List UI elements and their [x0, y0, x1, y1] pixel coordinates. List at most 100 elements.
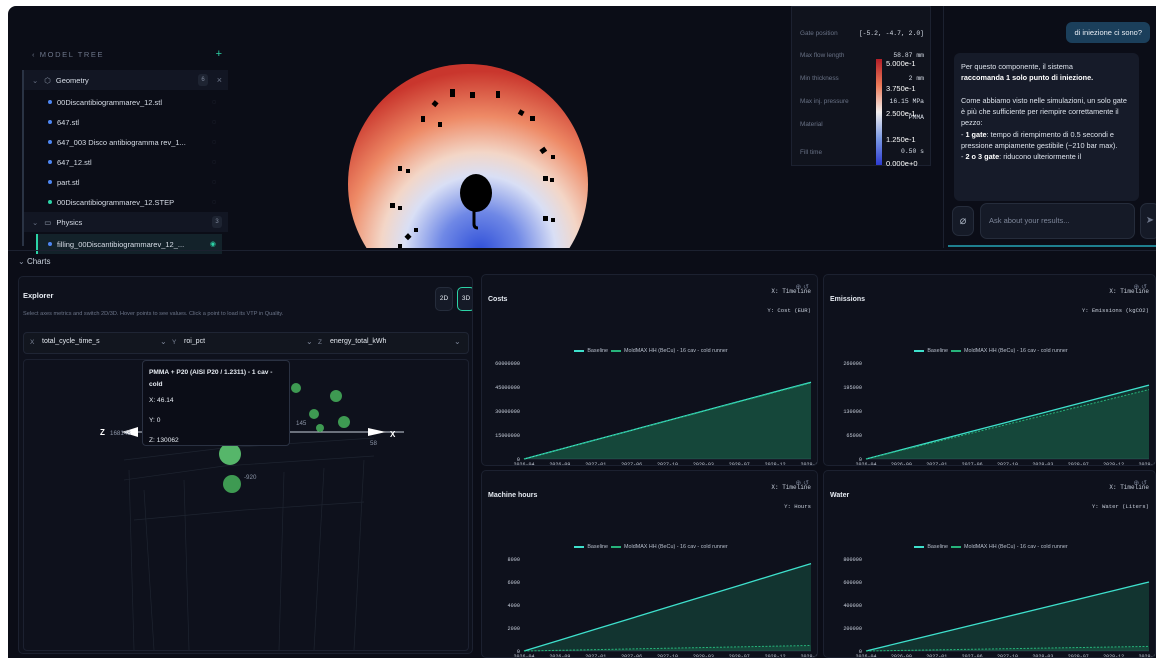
x-tick-label: 2028-12 [1103, 654, 1124, 658]
x-tick-label: 2027-01 [926, 654, 947, 658]
file-label: part.stl [57, 177, 80, 187]
chevron-down-icon[interactable]: ⌄ [306, 337, 313, 346]
model-tree-panel: ‹ MODEL TREE + ⌄ ⬡ Geometry 6 × 00Discan… [8, 40, 236, 254]
y-tick-label: 15000000 [495, 433, 520, 439]
y-tick-label: 800000 [843, 557, 862, 563]
chat-panel: di iniezione ci sono? Per questo compone… [943, 6, 1156, 248]
chart-emissions: ⊕ ↺ X: Timeline Emissions Y: Emissions (… [823, 274, 1156, 466]
tree-item-file[interactable]: 00Discantibiogrammarev_12.STEP ◌ [48, 192, 216, 212]
y-axis-select[interactable]: roi_pct [184, 338, 205, 345]
prop-label: Fill time [800, 149, 823, 156]
point-tooltip: PMMA + P20 (AISI P20 / 1.2311) - 1 cav -… [142, 360, 290, 446]
y-tick-label: 400000 [843, 603, 862, 609]
z-axis-select[interactable]: energy_total_kWh [330, 338, 386, 345]
prop-label: Max flow length [800, 52, 845, 59]
tooltip-title: PMMA + P20 (AISI P20 / 1.2311) - 1 cav -… [149, 369, 273, 388]
eye-off-icon[interactable]: ◌ [212, 199, 216, 206]
chevron-down-icon[interactable]: ⌄ [454, 337, 461, 346]
chart-plot-area[interactable]: 2600001950001300006500002026-04 2026-09 20… [824, 275, 1156, 466]
close-icon[interactable]: × [217, 75, 222, 85]
eye-off-icon[interactable]: ◌ [212, 119, 216, 126]
explorer-panel: Explorer Select axes metrics and switch … [18, 276, 473, 654]
charts-title: Charts [26, 257, 51, 266]
assistant-message: Per questo componente, il sistema raccom… [954, 53, 1139, 201]
x-tick-label: 2026-04 [855, 462, 876, 466]
tree-item-file[interactable]: 00Discantibiogrammarev_12.stl ◌ [48, 92, 216, 112]
scatter-point[interactable] [291, 383, 301, 393]
x-tick-label: 2027-10 [657, 462, 678, 466]
model-tree-title: MODEL TREE [39, 50, 105, 59]
axis-arrow-icon [368, 428, 386, 436]
colorbar-label: 0.000e+0 [886, 159, 918, 168]
x-tick-label: 2026-09 [549, 462, 570, 466]
file-dot-icon [48, 180, 52, 184]
prop-label: Gate position [800, 30, 838, 37]
scatter-point[interactable] [330, 390, 342, 402]
file-label: 00Discantibiogrammarev_12.STEP [57, 197, 175, 207]
tree-group-physics[interactable]: ⌄ ▭ Physics 3 [22, 212, 228, 232]
x-tick-label: 2026-09 [891, 654, 912, 658]
prop-value: [-5.2, -4.7, 2.0] [858, 30, 924, 37]
chart-machine-hours: ⊕ ↺ X: Timeline Machine hours Y: Hours B… [481, 470, 818, 658]
eye-off-icon[interactable]: ◌ [212, 99, 216, 106]
eye-off-icon[interactable]: ◌ [212, 159, 216, 166]
x-axis-select[interactable]: total_cycle_time_s [42, 338, 100, 345]
x-tick-label: 2028-12 [1103, 462, 1124, 466]
y-tick-label: 4000 [508, 603, 520, 609]
simulation-properties: Gate position [-5.2, -4.7, 2.0] Max flow… [791, 6, 931, 168]
x-tick-label: 2027-06 [621, 462, 642, 466]
x-tick-label: 2027-06 [962, 654, 983, 658]
chart-plot-area[interactable]: 6000000045000000300000001500000002026-04… [482, 275, 818, 466]
file-label: 647.stl [57, 117, 80, 127]
chevron-down-icon[interactable]: ⌄ [160, 337, 167, 346]
x-axis-value: 145 [296, 420, 307, 427]
tree-item-file[interactable]: 647.stl ◌ [48, 112, 216, 132]
prop-value: 58.87 mm [893, 52, 924, 59]
x-tick-label: 2028-12 [765, 462, 786, 466]
file-label: 647_003 Disco antibiogramma rev_1... [57, 137, 186, 147]
x-tick-label: 2027-06 [621, 654, 642, 658]
colorbar-label: 1.250e-1 [886, 135, 916, 144]
ai-text-bold: raccomanda 1 solo punto di iniezione. [961, 73, 1094, 83]
toggle-3d-button[interactable]: 3D [457, 287, 472, 311]
file-dot-icon [48, 160, 52, 164]
colorbar-label: 5.000e-1 [886, 59, 916, 68]
y-tick-label: 60000000 [495, 361, 520, 367]
y-tick-label: 600000 [843, 580, 862, 586]
scatter-point[interactable] [338, 416, 350, 428]
eye-off-icon[interactable]: ◌ [212, 139, 216, 146]
tree-item-file[interactable]: 647_003 Disco antibiogramma rev_1... ◌ [48, 132, 216, 152]
add-icon[interactable]: + [216, 48, 222, 60]
x-tick-label: 2028-07 [1068, 462, 1089, 466]
send-icon[interactable]: ➤ [1140, 203, 1156, 239]
chart-plot-area[interactable]: 800060004000200002026-04 2026-09 2027-01 20… [482, 471, 818, 658]
scatter-point[interactable] [309, 409, 319, 419]
group-label: Physics [56, 217, 83, 227]
y-axis-key: Y [172, 339, 177, 346]
chevron-down-icon: ⌄ [32, 217, 39, 227]
eye-icon[interactable]: ◉ [210, 240, 216, 248]
3d-viewer[interactable] [238, 6, 793, 248]
file-label: 647_12.stl [57, 157, 92, 167]
paperclip-icon[interactable]: ⌀ [952, 206, 974, 236]
x-tick-label: 2027-10 [997, 654, 1018, 658]
x-tick-label: 2026-09 [549, 654, 570, 658]
x-tick-label: 2027-10 [997, 462, 1018, 466]
chevron-left-icon[interactable]: ‹ [32, 50, 40, 59]
3d-scatter-plot[interactable]: PMMA + P20 (AISI P20 / 1.2311) - 1 cav -… [23, 359, 469, 651]
tree-group-geometry[interactable]: ⌄ ⬡ Geometry 6 × [22, 70, 228, 90]
chart-plot-area[interactable]: 80000060000040000020000002026-04 2026-09 2… [824, 471, 1156, 658]
tooltip-x: X: 46.14 [149, 397, 174, 404]
x-tick-label: 2029-04 [800, 654, 818, 658]
toggle-2d-button[interactable]: 2D [435, 287, 453, 311]
tree-item-file[interactable]: part.stl ◌ [48, 172, 216, 192]
eye-off-icon[interactable]: ◌ [212, 179, 216, 186]
charts-section-header[interactable]: ⌄ Charts [8, 250, 1156, 272]
scatter-point[interactable] [316, 424, 324, 432]
tree-item-file[interactable]: 647_12.stl ◌ [48, 152, 216, 172]
scatter-point[interactable] [223, 475, 241, 493]
x-tick-label: 2026-04 [513, 654, 534, 658]
chat-input[interactable]: Ask about your results... [980, 203, 1135, 239]
colorbar-label: 2.500e-1 [886, 109, 916, 118]
x-tick-label: 2026-04 [855, 654, 876, 658]
